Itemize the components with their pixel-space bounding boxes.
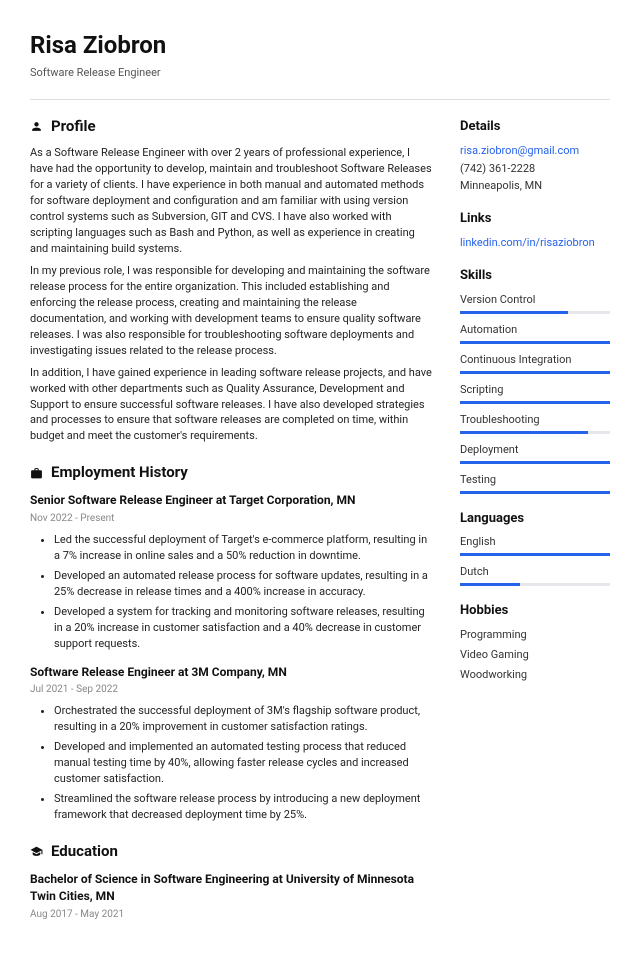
skill-bar	[460, 461, 610, 464]
education-heading: Education	[30, 841, 434, 863]
briefcase-icon	[30, 467, 43, 480]
education-section: Education Bachelor of Science in Softwar…	[30, 841, 434, 922]
language-item: Dutch	[460, 564, 610, 586]
person-subtitle: Software Release Engineer	[30, 65, 610, 81]
job-bullets: Led the successful deployment of Target'…	[30, 532, 434, 652]
skill-fill	[460, 401, 610, 404]
graduation-icon	[30, 845, 43, 858]
skill-name: Testing	[460, 472, 610, 488]
language-bar	[460, 553, 610, 556]
skills-title: Skills	[460, 267, 610, 286]
details-block: Details risa.ziobron@gmail.com (742) 361…	[460, 118, 610, 195]
header-divider	[30, 99, 610, 100]
skill-name: Troubleshooting	[460, 412, 610, 428]
language-item: English	[460, 534, 610, 556]
phone: (742) 361-2228	[460, 161, 610, 177]
education-entry: Bachelor of Science in Software Engineer…	[30, 871, 434, 922]
skill-item: Continuous Integration	[460, 352, 610, 374]
hobbies-block: Hobbies Programming Video Gaming Woodworki…	[460, 602, 610, 683]
main-column: Profile As a Software Release Engineer w…	[30, 116, 434, 940]
links-title: Links	[460, 210, 610, 229]
languages-block: Languages English Dutch	[460, 510, 610, 587]
skill-name: Automation	[460, 322, 610, 338]
language-fill	[460, 583, 520, 586]
language-name: Dutch	[460, 564, 610, 580]
side-column: Details risa.ziobron@gmail.com (742) 361…	[460, 116, 610, 940]
links-block: Links linkedin.com/in/risaziobron	[460, 210, 610, 251]
job-bullet: Led the successful deployment of Target'…	[54, 532, 434, 564]
location: Minneapolis, MN	[460, 178, 610, 194]
details-title: Details	[460, 118, 610, 137]
skill-fill	[460, 431, 588, 434]
profile-heading: Profile	[30, 116, 434, 138]
employment-section: Employment History Senior Software Relea…	[30, 462, 434, 823]
profile-p2: In my previous role, I was responsible f…	[30, 263, 434, 359]
skill-fill	[460, 491, 610, 494]
job-date: Jul 2021 - Sep 2022	[30, 683, 434, 698]
languages-title: Languages	[460, 510, 610, 529]
skill-bar	[460, 401, 610, 404]
skill-item: Scripting	[460, 382, 610, 404]
language-bar	[460, 583, 610, 586]
hobbies-title: Hobbies	[460, 602, 610, 621]
email-link[interactable]: risa.ziobron@gmail.com	[460, 143, 610, 159]
skill-bar	[460, 311, 610, 314]
employment-heading: Employment History	[30, 462, 434, 484]
language-name: English	[460, 534, 610, 550]
person-name: Risa Ziobron	[30, 28, 610, 63]
job-bullet: Developed an automated release process f…	[54, 568, 434, 600]
job-entry: Software Release Engineer at 3M Company,…	[30, 664, 434, 823]
profile-p1: As a Software Release Engineer with over…	[30, 145, 434, 257]
job-bullets: Orchestrated the successful deployment o…	[30, 703, 434, 823]
skill-fill	[460, 341, 610, 344]
employment-title: Employment History	[51, 462, 188, 484]
job-title: Senior Software Release Engineer at Targ…	[30, 492, 434, 509]
education-degree: Bachelor of Science in Software Engineer…	[30, 871, 434, 906]
skill-bar	[460, 491, 610, 494]
skill-item: Automation	[460, 322, 610, 344]
skill-fill	[460, 371, 610, 374]
skills-block: Skills Version Control Automation Continuo…	[460, 267, 610, 493]
job-title: Software Release Engineer at 3M Company,…	[30, 664, 434, 681]
profile-title: Profile	[51, 116, 96, 138]
hobby-item: Video Gaming	[460, 647, 610, 663]
linkedin-link[interactable]: linkedin.com/in/risaziobron	[460, 235, 610, 251]
person-icon	[30, 120, 43, 133]
job-date: Nov 2022 - Present	[30, 512, 434, 527]
education-title: Education	[51, 841, 118, 863]
skill-bar	[460, 431, 610, 434]
job-entry: Senior Software Release Engineer at Targ…	[30, 492, 434, 651]
skill-bar	[460, 371, 610, 374]
job-bullet: Developed and implemented an automated t…	[54, 739, 434, 787]
columns: Profile As a Software Release Engineer w…	[30, 116, 610, 940]
job-bullet: Developed a system for tracking and moni…	[54, 604, 434, 652]
language-fill	[460, 553, 610, 556]
skill-bar	[460, 341, 610, 344]
skill-item: Testing	[460, 472, 610, 494]
skill-name: Version Control	[460, 292, 610, 308]
skill-name: Continuous Integration	[460, 352, 610, 368]
skill-fill	[460, 461, 610, 464]
profile-section: Profile As a Software Release Engineer w…	[30, 116, 434, 445]
education-date: Aug 2017 - May 2021	[30, 908, 434, 923]
job-bullet: Orchestrated the successful deployment o…	[54, 703, 434, 735]
skill-name: Scripting	[460, 382, 610, 398]
job-bullet: Streamlined the software release process…	[54, 791, 434, 823]
skill-item: Troubleshooting	[460, 412, 610, 434]
skill-item: Version Control	[460, 292, 610, 314]
skill-fill	[460, 311, 568, 314]
skill-name: Deployment	[460, 442, 610, 458]
skill-item: Deployment	[460, 442, 610, 464]
hobby-item: Programming	[460, 627, 610, 643]
header: Risa Ziobron Software Release Engineer	[30, 28, 610, 81]
hobby-item: Woodworking	[460, 667, 610, 683]
profile-p3: In addition, I have gained experience in…	[30, 365, 434, 445]
